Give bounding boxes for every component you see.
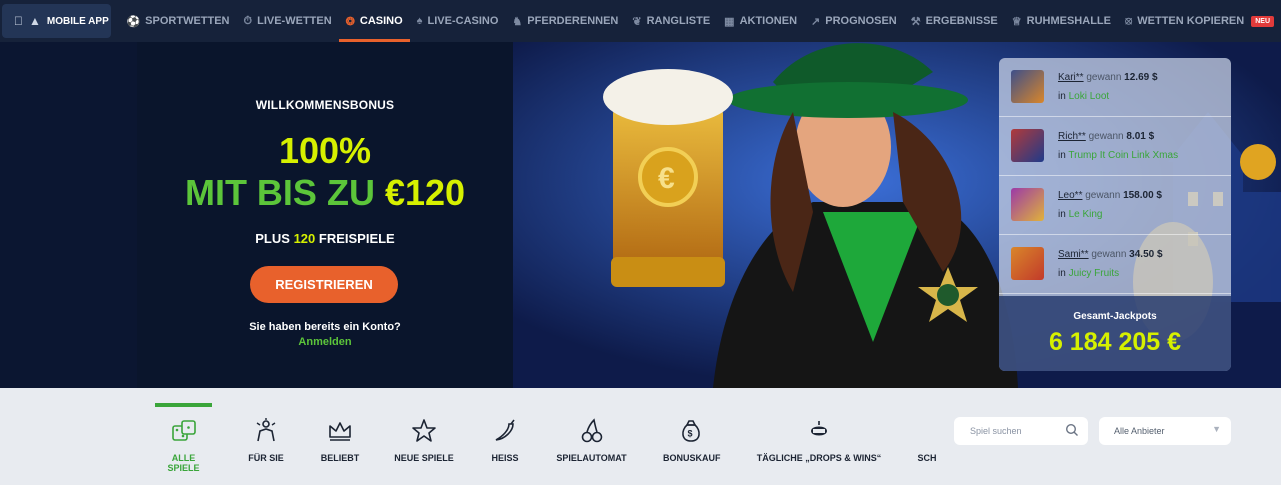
game-link[interactable]: Trump It Coin Link Xmas (1068, 150, 1178, 161)
copy-icon: ⦻ (1124, 14, 1133, 27)
drops-wins-icon (811, 421, 827, 436)
bonus-amount: MIT BIS ZU €120 (184, 172, 466, 213)
nav-pferderennen[interactable]: ♞ PFERDERENNEN (505, 0, 625, 42)
hero-banner: WILLKOMMENSBONUS 100% MIT BIS ZU €120 PL… (0, 42, 1281, 388)
spark-hand-icon (256, 418, 276, 442)
category-new-games[interactable]: NEUE SPIELE (394, 403, 454, 473)
jackpot-box: Gesamt-Jackpots 6 184 205 € (999, 296, 1231, 371)
chart-icon: ↗ (811, 15, 821, 28)
apple-icon:  (14, 14, 23, 28)
recent-winners-panel: Kari** gewann 12.69 $ in Loki Loot Rich*… (999, 58, 1231, 371)
game-thumbnail[interactable] (1011, 247, 1044, 280)
mobile-app-button[interactable]:  ▲ MOBILE APP (2, 4, 112, 38)
svg-text:$: $ (688, 429, 693, 439)
roulette-icon: ❂ (345, 15, 355, 28)
category-hot[interactable]: HEISS (487, 403, 523, 473)
nav-live-wetten[interactable]: ⏱ LIVE-WETTEN (237, 0, 339, 42)
soccer-ball-icon: ⚽ (126, 15, 141, 28)
win-amount: 12.69 $ (1124, 72, 1158, 83)
category-bonus-buy[interactable]: $ BONUSKAUF (663, 403, 721, 473)
nav-live-casino[interactable]: ♠ LIVE-CASINO (410, 0, 506, 42)
game-link[interactable]: Loki Loot (1069, 91, 1110, 102)
cherry-icon (581, 418, 602, 443)
star-icon (412, 419, 436, 442)
welcome-bonus-title: WILLKOMMENSBONUS (255, 98, 395, 112)
winner-row[interactable]: Kari** gewann 12.69 $ in Loki Loot (999, 58, 1231, 117)
nav-rangliste[interactable]: ❦ RANGLISTE (625, 0, 717, 42)
win-amount: 34.50 $ (1129, 249, 1163, 260)
game-thumbnail[interactable] (1011, 129, 1044, 162)
nav-sportwetten[interactable]: ⚽ SPORTWETTEN (119, 0, 236, 42)
winner-name[interactable]: Leo** (1058, 190, 1082, 201)
cards-icon: ♠ (416, 15, 423, 27)
register-button[interactable]: REGISTRIEREN (250, 266, 398, 303)
winner-row[interactable]: Rich** gewann 8.01 $ in Trump It Coin Li… (999, 117, 1231, 176)
new-badge: NEU (1251, 15, 1274, 27)
search-icon[interactable] (1065, 423, 1079, 437)
game-thumbnail[interactable] (1011, 70, 1044, 103)
dice-icon (171, 420, 196, 441)
hammers-icon: ⚒ (910, 15, 921, 28)
category-all-games[interactable]: ALLE SPIELE (155, 403, 212, 473)
category-drops-wins[interactable]: TÄGLICHE „DROPS & WINS“ (756, 403, 882, 473)
bonus-panel: WILLKOMMENSBONUS 100% MIT BIS ZU €120 PL… (137, 42, 513, 388)
game-thumbnail[interactable] (1011, 188, 1044, 221)
crown-icon (329, 422, 351, 441)
provider-select[interactable]: Alle Anbieter ▼ (1099, 417, 1231, 445)
nav-ergebnisse[interactable]: ⚒ ERGEBNISSE (904, 0, 1005, 42)
trophy-icon: ♕ (1011, 15, 1022, 28)
game-link[interactable]: Le King (1069, 209, 1103, 220)
winner-name[interactable]: Kari** (1058, 72, 1084, 83)
game-link[interactable]: Juicy Fruits (1069, 268, 1120, 279)
category-bar: ALLE SPIELE FÜR SIE BELIEBT NEUE SPIELE … (0, 388, 1281, 485)
stopwatch-icon: ⏱ (243, 14, 253, 27)
category-for-you[interactable]: FÜR SIE (243, 403, 289, 473)
mobile-app-label: MOBILE APP (37, 15, 109, 27)
money-bag-icon: $ (682, 420, 700, 442)
coin-right (1240, 144, 1276, 180)
win-amount: 8.01 $ (1126, 131, 1155, 142)
hero-side-pad (0, 42, 137, 388)
win-amount: 158.00 $ (1123, 190, 1162, 201)
gift-icon: ▦ (724, 15, 735, 28)
svg-text:€: € (658, 162, 675, 195)
nav-casino[interactable]: ❂ CASINO (338, 0, 410, 42)
has-account-text: Sie haben bereits ein Konto? (249, 321, 401, 333)
laurel-icon: ❦ (632, 15, 642, 28)
horse-icon: ♞ (512, 15, 523, 28)
category-popular[interactable]: BELIEBT (317, 403, 363, 473)
winner-row[interactable]: Sami** gewann 34.50 $ in Juicy Fruits (999, 235, 1231, 294)
winner-name[interactable]: Sami** (1058, 249, 1089, 260)
bonus-percent: 100% (278, 130, 372, 171)
android-icon: ▲ (20, 14, 41, 28)
game-search-input[interactable]: Spiel suchen (954, 417, 1088, 445)
nav-wetten-kopieren[interactable]: ⦻ WETTEN KOPIEREN NEU (1118, 0, 1281, 42)
winner-name[interactable]: Rich** (1058, 131, 1086, 142)
jackpot-label: Gesamt-Jackpots (1073, 311, 1157, 322)
category-truncated[interactable]: SCH (914, 403, 940, 473)
chili-icon (495, 419, 515, 441)
login-link[interactable]: Anmelden (137, 336, 513, 348)
winner-row[interactable]: Leo** gewann 158.00 $ in Le King (999, 176, 1231, 235)
category-slot-machine[interactable]: SPIELAUTOMAT (555, 403, 628, 473)
nav-aktionen[interactable]: ▦ AKTIONEN (717, 0, 804, 42)
nav-ruhmeshalle[interactable]: ♕ RUHMESHALLE (1005, 0, 1118, 42)
chevron-down-icon: ▼ (1212, 424, 1221, 434)
nav-prognosen[interactable]: ↗ PROGNOSEN (804, 0, 904, 42)
free-spins-text: PLUS 120 FREISPIELE (255, 231, 395, 246)
top-nav:  ▲ MOBILE APP ⚽SPORTWETTEN ⏱LIVE-WETTEN… (0, 0, 1281, 42)
beer-mug: € (603, 69, 733, 287)
jackpot-value: 6 184 205 € (1048, 328, 1182, 356)
